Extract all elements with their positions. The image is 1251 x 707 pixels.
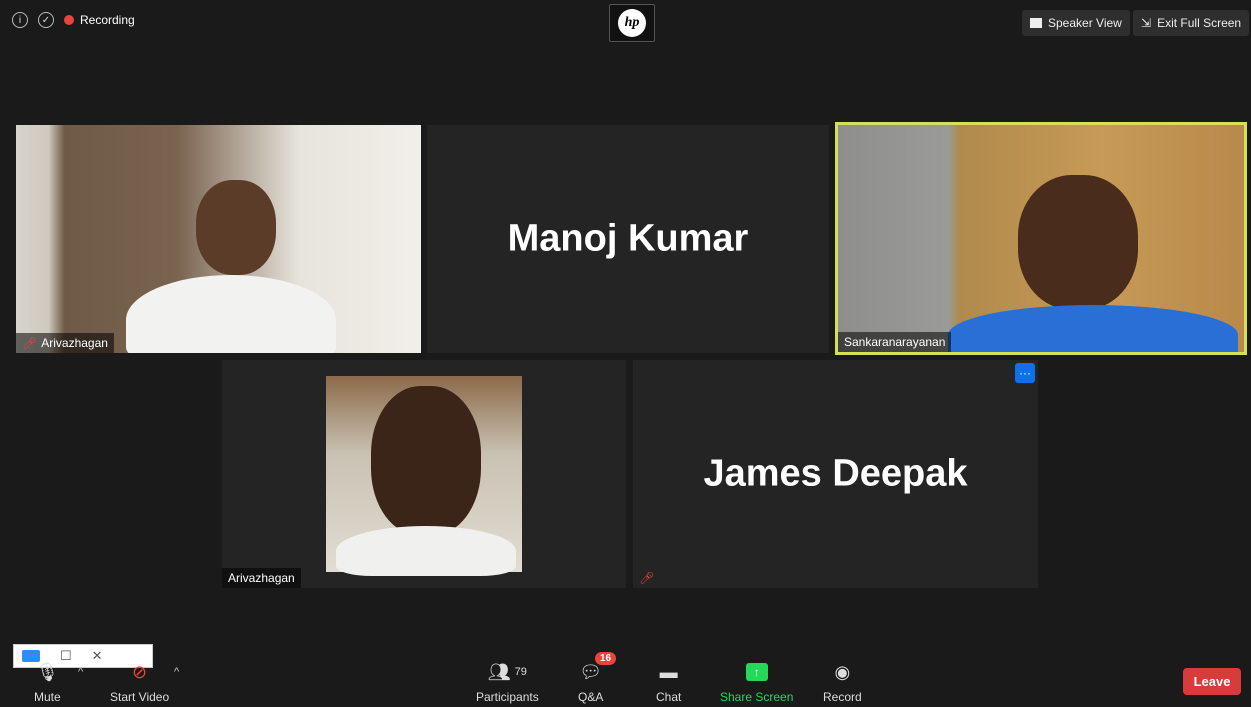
share-screen-icon: ↑ bbox=[745, 660, 768, 684]
recording-label: Recording bbox=[80, 13, 135, 27]
participants-icon: 👥︎ 79 bbox=[487, 661, 527, 682]
participant-face bbox=[196, 180, 276, 275]
participant-name: Arivazhagan bbox=[228, 571, 295, 585]
name-tag: 🎤︎ Arivazhagan bbox=[16, 333, 114, 353]
recording-indicator[interactable]: Recording bbox=[64, 13, 135, 27]
video-tile-manoj-kumar[interactable]: Manoj Kumar bbox=[427, 125, 829, 353]
chat-button[interactable]: ▬ Chat bbox=[656, 660, 682, 705]
recording-dot-icon bbox=[64, 15, 74, 25]
name-tag: Sankaranarayanan bbox=[838, 332, 952, 352]
participant-name: Sankaranarayanan bbox=[844, 335, 946, 349]
name-tag: 🎤︎ bbox=[633, 568, 660, 588]
participant-face bbox=[371, 386, 481, 536]
audio-options-caret-icon[interactable]: ^ bbox=[78, 666, 83, 678]
qa-badge: 16 bbox=[594, 652, 617, 665]
chat-label: Chat bbox=[656, 690, 682, 704]
video-tile-james-deepak[interactable]: ··· James Deepak 🎤︎ bbox=[633, 360, 1038, 588]
record-label: Record bbox=[823, 690, 862, 704]
participant-body bbox=[336, 526, 516, 576]
video-tile-arivazhagan-top[interactable]: 🎤︎ Arivazhagan bbox=[16, 125, 421, 353]
speaker-view-button[interactable]: Speaker View bbox=[1022, 10, 1130, 36]
participant-video-frame bbox=[326, 376, 522, 576]
participants-count: 79 bbox=[514, 666, 527, 678]
participant-body bbox=[126, 275, 336, 353]
record-icon: ◉ bbox=[834, 661, 851, 682]
participant-name-large: James Deepak bbox=[703, 452, 968, 495]
maximize-icon[interactable]: ☐ bbox=[60, 648, 72, 664]
qa-label: Q&A bbox=[578, 690, 604, 704]
video-tile-sankaranarayanan-active[interactable]: Sankaranarayanan bbox=[835, 122, 1247, 355]
microphone-icon: 🎙︎ bbox=[35, 661, 59, 682]
info-icon[interactable]: i bbox=[12, 12, 28, 28]
record-button[interactable]: ◉ Record bbox=[823, 660, 862, 705]
participants-label: Participants bbox=[476, 690, 539, 704]
participants-button[interactable]: 👥︎ 79 Participants bbox=[476, 660, 539, 705]
exit-fullscreen-icon: ⇲ bbox=[1141, 16, 1152, 30]
qa-icon: 💬︎ 16 bbox=[579, 652, 617, 684]
more-options-button[interactable]: ··· bbox=[1015, 363, 1035, 383]
name-tag: Arivazhagan bbox=[222, 568, 301, 588]
exit-full-screen-button[interactable]: ⇲ Exit Full Screen bbox=[1133, 10, 1250, 36]
participant-face bbox=[1018, 175, 1138, 310]
start-video-label: Start Video bbox=[110, 690, 170, 704]
video-options-caret-icon[interactable]: ^ bbox=[174, 666, 179, 678]
close-icon[interactable]: ✕ bbox=[92, 648, 103, 664]
speaker-view-icon bbox=[1030, 18, 1042, 28]
video-tile-arivazhagan-bottom[interactable]: Arivazhagan bbox=[222, 360, 626, 588]
exit-full-screen-label: Exit Full Screen bbox=[1157, 16, 1242, 30]
start-video-button[interactable]: ⊘ Start Video bbox=[110, 660, 170, 705]
share-screen-label: Share Screen bbox=[720, 690, 794, 704]
hp-logo-text: hp bbox=[618, 9, 646, 37]
speaker-view-label: Speaker View bbox=[1048, 16, 1122, 30]
shield-icon[interactable]: ✓ bbox=[38, 12, 54, 28]
participant-name-large: Manoj Kumar bbox=[507, 217, 749, 260]
muted-mic-icon: 🎤︎ bbox=[639, 571, 655, 585]
mute-label: Mute bbox=[34, 690, 61, 704]
qa-button[interactable]: 💬︎ 16 Q&A bbox=[578, 652, 617, 704]
hp-logo: hp bbox=[609, 4, 655, 42]
video-off-icon: ⊘ bbox=[132, 661, 148, 682]
participant-name: Arivazhagan bbox=[41, 336, 108, 350]
chat-icon: ▬ bbox=[659, 661, 678, 682]
share-screen-button[interactable]: ↑ Share Screen bbox=[720, 660, 793, 704]
leave-button[interactable]: Leave bbox=[1183, 668, 1241, 695]
participant-body bbox=[948, 305, 1238, 352]
mute-button[interactable]: 🎙︎ Mute bbox=[34, 660, 61, 705]
muted-mic-icon: 🎤︎ bbox=[22, 336, 38, 350]
top-status-bar: i ✓ Recording bbox=[12, 12, 135, 28]
